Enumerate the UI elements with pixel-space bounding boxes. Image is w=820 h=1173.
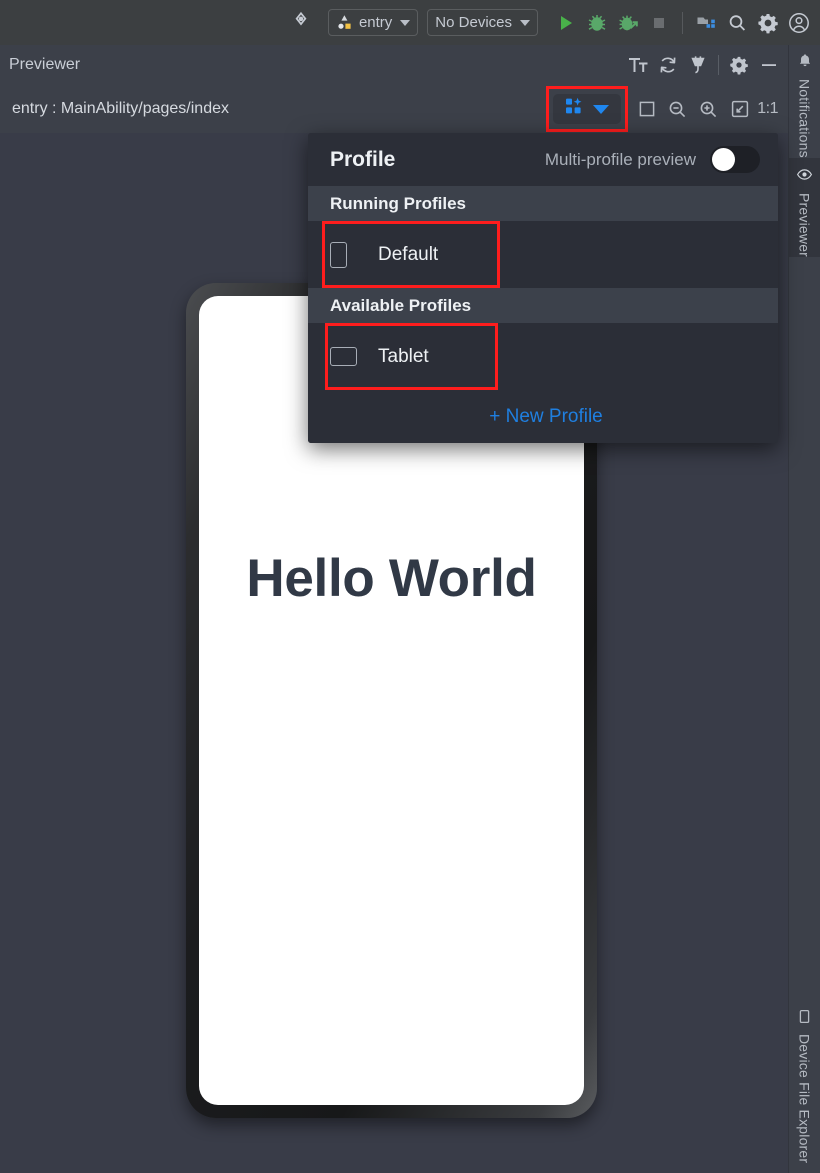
refresh-icon[interactable]: [653, 50, 683, 80]
right-tool-sidebar: Notifications Previewer Device File Expl…: [788, 45, 820, 1173]
zoom-ratio-label[interactable]: 1:1: [755, 100, 782, 118]
profile-panel-title: Profile: [330, 147, 396, 171]
device-manager-button[interactable]: [691, 9, 721, 37]
chevron-down-icon: [520, 19, 530, 26]
zoom-in-button[interactable]: [693, 94, 724, 125]
previewer-header-divider: [718, 55, 719, 75]
profile-item-label: Tablet: [378, 345, 429, 367]
bell-icon: [797, 53, 813, 74]
previewer-title: Previewer: [9, 56, 81, 73]
chevron-down-icon: [400, 19, 411, 26]
profile-dropdown-panel: Profile Multi-profile preview Running Pr…: [308, 133, 778, 443]
run-button[interactable]: [551, 9, 581, 37]
previewer-settings-gear-icon[interactable]: [724, 50, 754, 80]
zoom-to-fit-button[interactable]: [724, 94, 755, 125]
sidebar-item-label: Notifications: [796, 79, 813, 158]
module-selector[interactable]: entry: [327, 9, 419, 36]
account-circle-icon[interactable]: [784, 9, 814, 37]
multi-profile-preview-toggle[interactable]: [710, 146, 760, 173]
device-file-icon: [797, 1009, 812, 1029]
run-actions: [551, 9, 814, 37]
search-icon[interactable]: [722, 9, 752, 37]
sidebar-item-previewer[interactable]: Previewer: [788, 157, 820, 257]
toggle-knob: [712, 148, 735, 171]
fit-frame-button[interactable]: [631, 94, 662, 125]
debug-button[interactable]: [582, 9, 612, 37]
profile-panel-header: Profile Multi-profile preview: [308, 133, 778, 186]
device-selector-label: No Devices: [435, 14, 512, 31]
section-header-running-profiles: Running Profiles: [308, 186, 778, 221]
device-portrait-icon: [330, 241, 368, 268]
toolbar-divider: [682, 11, 683, 34]
profile-panel-footer: + New Profile: [308, 390, 778, 443]
multi-profile-preview-label: Multi-profile preview: [544, 149, 696, 169]
previewer-header: Previewer: [0, 45, 788, 85]
device-landscape-icon: [330, 347, 368, 366]
profile-item-default[interactable]: Default: [308, 221, 778, 288]
target-icon[interactable]: [288, 9, 320, 37]
module-selector-label: entry: [358, 14, 393, 31]
profile-picker-highlight: [546, 86, 629, 132]
gear-icon[interactable]: [753, 9, 783, 37]
preview-hello-world-text: Hello World: [246, 549, 537, 608]
sidebar-item-label: Previewer: [796, 192, 813, 257]
plug-icon[interactable]: [683, 50, 713, 80]
sidebar-item-notifications[interactable]: Notifications: [789, 45, 820, 158]
chevron-down-icon: [593, 104, 610, 114]
profile-item-label: Default: [378, 243, 439, 265]
stop-button[interactable]: [644, 9, 674, 37]
profile-picker-button[interactable]: [553, 94, 622, 124]
file-path-label: entry : MainAbility/pages/index: [12, 100, 229, 117]
device-selector[interactable]: No Devices: [427, 9, 538, 36]
section-header-available-profiles: Available Profiles: [308, 288, 778, 323]
minimize-icon[interactable]: [754, 50, 784, 80]
eye-icon: [796, 166, 813, 188]
text-size-icon[interactable]: [623, 50, 653, 80]
zoom-out-button[interactable]: [662, 94, 693, 125]
module-icon: [336, 14, 353, 31]
multi-profile-grid-icon: [565, 97, 584, 121]
ide-toolbar: entry No Devices: [0, 0, 820, 45]
previewer-file-bar: entry : MainAbility/pages/index 1:1: [0, 85, 788, 133]
sidebar-item-device-file-explorer[interactable]: Device File Explorer: [789, 1001, 820, 1173]
sidebar-item-label: Device File Explorer: [796, 1033, 813, 1163]
ide-window: entry No Devices Previewer entry: MainA…: [0, 0, 820, 1173]
profile-item-tablet[interactable]: Tablet: [308, 323, 778, 390]
new-profile-link[interactable]: + New Profile: [489, 406, 603, 428]
attach-debugger-button[interactable]: [613, 9, 643, 37]
